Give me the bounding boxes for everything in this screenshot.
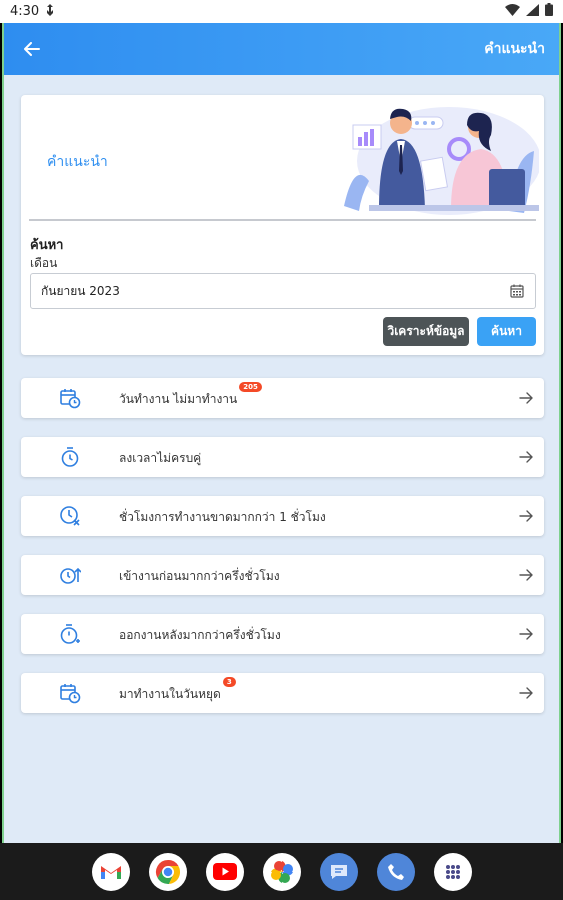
usb-debug-icon — [45, 3, 55, 20]
list-item-label: เข้างานก่อนมากกว่าครึ่งชั่วโมง — [119, 569, 280, 583]
timer-plus-icon — [58, 622, 82, 646]
wifi-icon — [505, 3, 520, 20]
search-card: คำแนะนำ ค้นหา เดือน กันยายน 2023 วิเคราะ… — [21, 95, 544, 355]
arrow-right-icon — [518, 390, 534, 406]
status-time: 4:30 — [10, 4, 40, 19]
search-section-title: ค้นหา — [30, 238, 64, 253]
hero-banner: คำแนะนำ — [21, 95, 544, 220]
arrow-right-icon — [518, 567, 534, 583]
calendar-clock-icon — [58, 681, 82, 705]
timer-icon — [58, 445, 82, 469]
list-item-label: มาทำงานในวันหยุด — [119, 687, 221, 701]
gmail-icon[interactable] — [91, 852, 130, 891]
app-bar: คำแนะนำ — [4, 23, 559, 75]
month-value: กันยายน 2023 — [41, 283, 120, 298]
clock-arrow-up-icon — [58, 563, 82, 587]
chrome-icon[interactable] — [148, 852, 187, 891]
app-bar-title: คำแนะนำ — [484, 41, 545, 57]
search-button[interactable]: ค้นหา — [477, 317, 536, 346]
count-badge: 3 — [222, 677, 236, 687]
list-item-holiday-work[interactable]: มาทำงานในวันหยุด3 — [21, 673, 544, 713]
app-drawer-icon[interactable] — [433, 852, 472, 891]
hero-divider — [29, 219, 536, 221]
count-badge: 205 — [239, 382, 262, 392]
youtube-icon[interactable] — [205, 852, 244, 891]
app-window: คำแนะนำ คำแนะนำ ค้นหา เดือน กันยายน 2023… — [2, 23, 561, 843]
back-button[interactable] — [18, 35, 46, 63]
list-item-label: วันทำงาน ไม่มาทำงาน — [119, 392, 238, 406]
arrow-right-icon — [518, 626, 534, 642]
calendar-icon[interactable] — [509, 283, 525, 299]
status-bar: 4:30 — [0, 0, 563, 23]
app-dock — [0, 843, 563, 900]
list-item-label: ลงเวลาไม่ครบคู่ — [119, 451, 202, 465]
arrow-right-icon — [518, 449, 534, 465]
list-item-absent-workdays[interactable]: วันทำงาน ไม่มาทำงาน205 — [21, 378, 544, 418]
list-item-label: ออกงานหลังมากกว่าครึ่งชั่วโมง — [119, 628, 281, 642]
report-list: วันทำงาน ไม่มาทำงาน205 ลงเวลาไม่ครบคู่ ช… — [21, 378, 544, 732]
arrow-left-icon — [24, 42, 40, 56]
analyze-data-button[interactable]: วิเคราะห์ข้อมูล — [383, 317, 469, 346]
battery-icon — [545, 3, 553, 20]
signal-icon — [526, 3, 539, 20]
month-label: เดือน — [30, 256, 58, 270]
list-item-early-checkin[interactable]: เข้างานก่อนมากกว่าครึ่งชั่วโมง — [21, 555, 544, 595]
month-picker-input[interactable]: กันยายน 2023 — [30, 273, 536, 309]
messages-icon[interactable] — [319, 852, 358, 891]
photos-icon[interactable] — [262, 852, 301, 891]
list-item-short-hours[interactable]: ชั่วโมงการทำงานขาดมากกว่า 1 ชั่วโมง — [21, 496, 544, 536]
list-item-late-checkout[interactable]: ออกงานหลังมากกว่าครึ่งชั่วโมง — [21, 614, 544, 654]
list-item-label: ชั่วโมงการทำงานขาดมากกว่า 1 ชั่วโมง — [119, 510, 326, 524]
list-item-incomplete-punch[interactable]: ลงเวลาไม่ครบคู่ — [21, 437, 544, 477]
phone-icon[interactable] — [376, 852, 415, 891]
arrow-right-icon — [518, 508, 534, 524]
clock-x-icon — [58, 504, 82, 528]
consultation-illustration — [344, 107, 539, 215]
calendar-clock-icon — [58, 386, 82, 410]
hero-title: คำแนะนำ — [47, 154, 108, 170]
arrow-right-icon — [518, 685, 534, 701]
